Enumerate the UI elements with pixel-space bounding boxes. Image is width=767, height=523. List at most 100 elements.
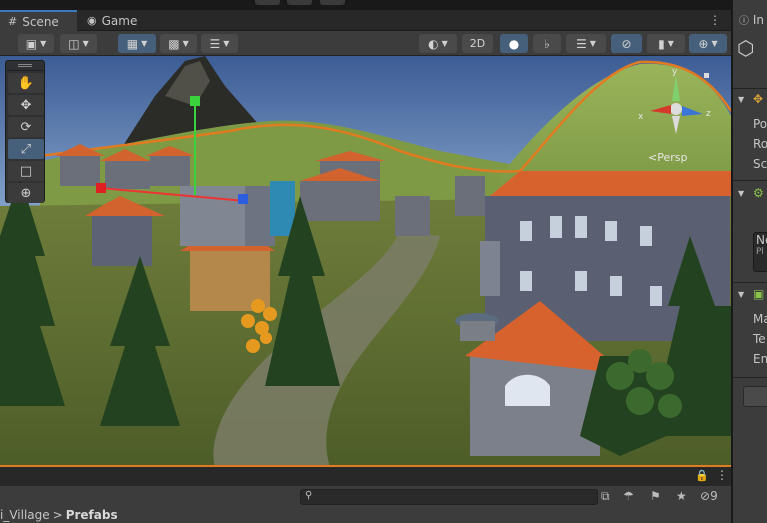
- scene-tab-bar: # Scene ◉ Game ⋮: [0, 10, 731, 31]
- hidden-count: 9: [710, 489, 718, 503]
- chevron-down-icon: ▼: [40, 39, 47, 48]
- rect-tool[interactable]: □: [8, 161, 44, 181]
- draw-mode-dropdown[interactable]: ▣ ▼: [18, 34, 54, 53]
- project-header: 🔒 ⋮: [0, 467, 731, 486]
- object-icon: ⬡: [737, 36, 765, 66]
- camera-icon: ▮: [658, 36, 665, 51]
- tab-game-label: Game: [101, 13, 138, 28]
- toggle-2d-button[interactable]: 2D: [462, 34, 493, 53]
- chevron-down-icon: ▼: [182, 39, 189, 48]
- rotate-icon: ⟳: [20, 119, 32, 135]
- breadcrumb-separator-icon: >: [52, 508, 63, 522]
- mesh-field[interactable]: Ne Pl: [753, 232, 767, 272]
- search-icon: ⚲: [305, 490, 313, 501]
- renderer-component-icon: ▣: [753, 287, 765, 301]
- layers-icon: ☰: [576, 36, 587, 51]
- enabled-label: Ena: [753, 352, 767, 366]
- top-strip: [0, 0, 767, 10]
- shading-dropdown[interactable]: ◐ ▼: [419, 34, 457, 53]
- audio-toggle[interactable]: ♭: [533, 34, 561, 53]
- scale-tool[interactable]: ⤢: [8, 139, 44, 159]
- move-icon: ✥: [20, 97, 32, 113]
- material-label: Ma: [753, 312, 767, 326]
- grid-snap-icon: ▦: [126, 36, 139, 51]
- more-options-icon[interactable]: ⋮: [709, 13, 721, 27]
- sphere-icon: ◐: [428, 36, 439, 51]
- info-icon: ⓘ: [739, 16, 749, 27]
- chevron-down-icon[interactable]: ▼: [738, 189, 744, 198]
- mesh-label: Ne: [756, 233, 767, 247]
- ruler-icon: ☰: [209, 36, 221, 51]
- breadcrumb: i_Village > Prefabs: [0, 508, 731, 523]
- scene-viewport[interactable]: y x z: [0, 56, 731, 467]
- breadcrumb-item[interactable]: i_Village: [0, 508, 50, 522]
- gamepad-icon: ◉: [87, 14, 97, 27]
- favorite-icon[interactable]: ★: [676, 489, 687, 503]
- grid-snap-dropdown[interactable]: ▦ ▼: [118, 34, 156, 53]
- project-panel: 🔒 ⋮ ⚲ ⧉ ☂ ⚑ ★ ⊘9 i_Village > Prefabs: [0, 467, 731, 523]
- eye-slash-icon: ⊘: [621, 36, 632, 51]
- align-dropdown[interactable]: ☰ ▼: [201, 34, 238, 53]
- breadcrumb-item-current[interactable]: Prefabs: [66, 508, 118, 522]
- filter-by-label-icon[interactable]: ⚑: [650, 489, 661, 503]
- render-mode-dropdown[interactable]: ◫ ▼: [60, 34, 97, 53]
- effects-dropdown[interactable]: ☰ ▼: [566, 34, 606, 53]
- more-options-icon[interactable]: ⋮: [716, 468, 728, 482]
- tab-game[interactable]: ◉ Game: [79, 10, 149, 31]
- scene-toolbar: ▣ ▼ ◫ ▼ ▦ ▼ ▩ ▼ ☰ ▼ ◐ ▼ 2D ● ♭ ☰ ▼ ⊘ ▮ ▼…: [0, 31, 731, 56]
- move-tool[interactable]: ✥: [8, 95, 44, 115]
- chevron-down-icon[interactable]: ▼: [738, 95, 744, 104]
- position-label: Po: [753, 117, 767, 131]
- cube-icon: ⬡: [737, 36, 755, 60]
- hidden-packages-icon[interactable]: ⊘9: [700, 489, 718, 503]
- project-search-row: ⚲ ⧉ ☂ ⚑ ★ ⊘9: [0, 486, 731, 508]
- grid-icon: #: [8, 15, 18, 28]
- transform-tool[interactable]: ⊕: [8, 183, 44, 203]
- rect-icon: □: [19, 163, 33, 179]
- snap-increment-icon: ▩: [168, 36, 180, 51]
- perspective-label[interactable]: <Persp: [648, 151, 687, 164]
- filter-by-type-icon[interactable]: ☂: [623, 489, 634, 503]
- tab-scene[interactable]: # Scene: [0, 10, 77, 31]
- chevron-down-icon: ▼: [82, 39, 89, 48]
- lighting-toggle[interactable]: ●: [500, 34, 528, 53]
- tools-overlay: ✋ ✥ ⟳ ⤢ □ ⊕: [5, 60, 45, 203]
- gizmo-icon: ⊕: [698, 36, 709, 51]
- chevron-down-icon: ▼: [223, 39, 230, 48]
- gizmos-dropdown[interactable]: ⊕ ▼: [689, 34, 727, 53]
- chevron-down-icon[interactable]: ▼: [738, 290, 744, 299]
- hand-tool[interactable]: ✋: [8, 73, 44, 93]
- scale-icon: ⤢: [20, 141, 32, 157]
- increment-snap-dropdown[interactable]: ▩ ▼: [160, 34, 197, 53]
- gizmo-y-label: y: [672, 67, 678, 77]
- tab-inspector[interactable]: ⓘ In: [733, 10, 767, 31]
- transform-component-icon: ✥: [753, 92, 764, 106]
- chevron-down-icon: ▼: [441, 39, 448, 48]
- overlay-drag-handle[interactable]: [6, 61, 44, 71]
- transform-icon: ⊕: [20, 185, 32, 201]
- scene-render: y x z: [0, 56, 731, 465]
- hidden-objects-toggle[interactable]: ⊘: [611, 34, 642, 53]
- gizmo-x-label: x: [638, 112, 644, 122]
- chevron-down-icon: ▼: [141, 39, 148, 48]
- bulb-icon: ●: [508, 36, 520, 51]
- component-icon: ⚙: [753, 186, 764, 200]
- lock-icon[interactable]: 🔒: [695, 469, 709, 482]
- tab-inspector-label: In: [752, 13, 764, 27]
- gizmo-z-label: z: [706, 109, 711, 119]
- tab-scene-label: Scene: [22, 14, 59, 29]
- chevron-down-icon: ▼: [667, 39, 674, 48]
- search-by-type-icon[interactable]: ⧉: [601, 489, 610, 504]
- mesh-sublabel: Pl: [756, 247, 764, 257]
- chevron-down-icon: ▼: [711, 39, 718, 48]
- camera-dropdown[interactable]: ▮ ▼: [647, 34, 685, 53]
- inspector-panel: ⓘ In ⬡ ▼ ✥ Po Ro Sc ▼ ⚙ Ne Pl ▼ ▣ Ma Te …: [732, 0, 767, 523]
- shaded-icon: ▣: [25, 36, 38, 51]
- scale-label: Sc: [753, 157, 767, 171]
- rotate-tool[interactable]: ⟳: [8, 117, 44, 137]
- terrain-label: Te: [753, 332, 766, 346]
- add-component-button[interactable]: [743, 386, 767, 407]
- search-input[interactable]: ⚲: [300, 489, 598, 505]
- mute-icon: ♭: [544, 36, 550, 51]
- toggle-2d-label: 2D: [469, 37, 486, 50]
